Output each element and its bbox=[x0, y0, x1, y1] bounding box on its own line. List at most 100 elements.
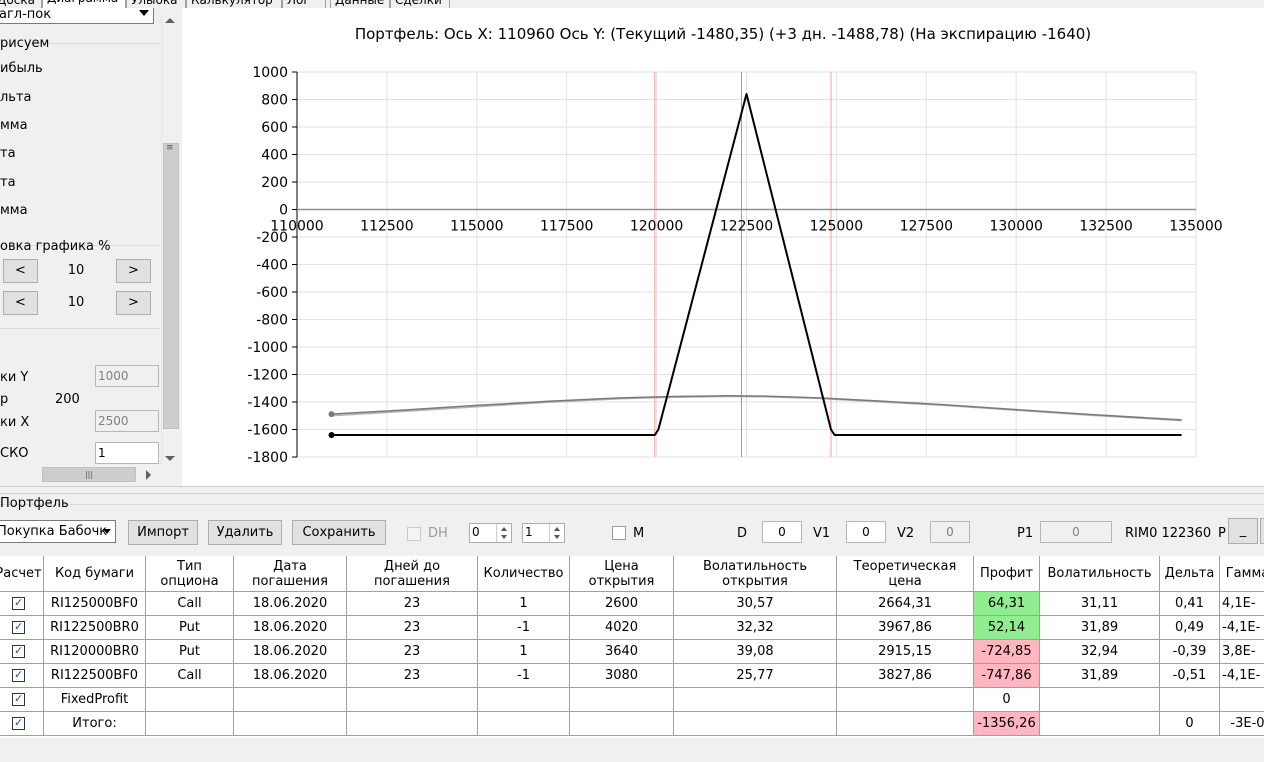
delete-button[interactable]: Удалить bbox=[208, 520, 282, 545]
scroll-up-icon[interactable] bbox=[165, 18, 175, 23]
scroll-down-icon[interactable] bbox=[165, 456, 175, 461]
table-row[interactable]: RI122500BR0Put18.06.202023-1402032,32396… bbox=[0, 616, 1264, 640]
check-icon[interactable] bbox=[12, 643, 25, 658]
check-icon[interactable] bbox=[12, 595, 25, 610]
column-header[interactable]: Дата погашения bbox=[234, 556, 347, 592]
tab-board[interactable]: Доска bbox=[0, 0, 42, 8]
calc-checkbox[interactable] bbox=[0, 616, 44, 640]
left-vertical-scrollbar[interactable]: ≡ bbox=[161, 16, 179, 466]
spin-field-1[interactable]: 0 bbox=[469, 523, 512, 543]
portfolio-table[interactable]: Расчет Код бумаги Тип опциона Дата погашени… bbox=[0, 556, 1264, 738]
spin-up-icon[interactable] bbox=[554, 527, 560, 531]
column-header[interactable]: Расчет bbox=[0, 556, 44, 592]
y-tick-label: 400 bbox=[261, 148, 288, 164]
calc-checkbox[interactable] bbox=[0, 688, 44, 712]
column-header[interactable]: Профит bbox=[974, 556, 1040, 592]
cell-vol-open: 32,32 bbox=[674, 616, 837, 640]
step1-prev-button[interactable]: < bbox=[3, 259, 38, 283]
strategy-combo[interactable]: Покупка Бабочк bbox=[0, 520, 116, 543]
m-checkbox[interactable] bbox=[612, 526, 626, 540]
table-row-fixed-profit[interactable]: FixedProfit 0 bbox=[0, 688, 1264, 712]
tab-diagram[interactable]: Диаграмма bbox=[42, 0, 126, 8]
cell-theo: 3967,86 bbox=[837, 616, 974, 640]
extra-button[interactable] bbox=[1260, 518, 1264, 544]
cell-empty bbox=[146, 712, 234, 736]
scroll-thumb[interactable] bbox=[163, 143, 179, 429]
dh-checkbox[interactable] bbox=[407, 527, 421, 541]
step2-prev-button[interactable]: < bbox=[3, 291, 38, 315]
left-horizontal-scrollbar[interactable]: ||| bbox=[0, 466, 161, 484]
cell-empty bbox=[1040, 688, 1160, 712]
table-header[interactable]: Расчет Код бумаги Тип опциона Дата погашени… bbox=[0, 556, 1264, 592]
check-icon[interactable] bbox=[12, 667, 25, 682]
calc-checkbox[interactable] bbox=[0, 664, 44, 688]
draw-item-vomma[interactable]: мма bbox=[0, 203, 28, 218]
cell-type: Put bbox=[146, 616, 234, 640]
calc-checkbox[interactable] bbox=[0, 592, 44, 616]
chart-pane[interactable]: Портфель: Ось X: 110960 Ось Y: (Текущий … bbox=[182, 8, 1264, 486]
column-header[interactable]: Теоретическая цена bbox=[837, 556, 974, 592]
sko-field[interactable]: 1 bbox=[95, 442, 159, 464]
column-header[interactable]: Волатильность bbox=[1040, 556, 1160, 592]
spin-field-2[interactable]: 1 bbox=[522, 523, 565, 543]
y-tick-label: 600 bbox=[261, 120, 288, 136]
draw-item-theta[interactable]: та bbox=[0, 146, 16, 161]
draw-item-delta[interactable]: льта bbox=[0, 90, 32, 105]
table-row[interactable]: RI120000BR0Put18.06.2020231364039,082915… bbox=[0, 640, 1264, 664]
draw-item-vega[interactable]: та bbox=[0, 175, 16, 190]
column-header[interactable]: Количество bbox=[478, 556, 570, 592]
spin-buttons[interactable] bbox=[496, 524, 511, 542]
chevron-down-icon bbox=[139, 10, 149, 16]
save-button[interactable]: Сохранить bbox=[292, 520, 386, 545]
cell-profit: 64,31 bbox=[974, 592, 1040, 616]
payoff-chart[interactable]: 10008006004002000-200-400-600-800-1000-1… bbox=[182, 8, 1264, 486]
import-button[interactable]: Импорт bbox=[128, 520, 198, 545]
v1-field[interactable]: 0 bbox=[846, 521, 886, 543]
step2-next-button[interactable]: > bbox=[116, 291, 151, 315]
calc-checkbox[interactable] bbox=[0, 640, 44, 664]
tab-calculator[interactable]: Калькулятор bbox=[186, 0, 282, 8]
step1-next-button[interactable]: > bbox=[116, 259, 151, 283]
spin-up-icon[interactable] bbox=[501, 527, 507, 531]
scroll-right-icon[interactable] bbox=[146, 470, 151, 480]
table-row-total[interactable]: Итого: -1356,26 0-3E-0 bbox=[0, 712, 1264, 736]
v2-field[interactable]: 0 bbox=[930, 521, 970, 543]
minimize-button[interactable]: _ bbox=[1228, 518, 1258, 544]
spin-down-icon[interactable] bbox=[501, 535, 507, 539]
column-header[interactable]: Дней до погашения bbox=[347, 556, 478, 592]
spin-buttons[interactable] bbox=[549, 524, 564, 542]
cell-empty bbox=[1040, 712, 1160, 736]
tab-smile[interactable]: Улыбка bbox=[126, 0, 186, 8]
draw-item-profit[interactable]: ибыль bbox=[0, 61, 43, 76]
column-header[interactable]: Тип опциона bbox=[146, 556, 234, 592]
instrument-combo[interactable]: агл-пок bbox=[0, 8, 154, 24]
column-header[interactable]: Код бумаги bbox=[44, 556, 146, 592]
ticks-y-field[interactable]: 1000 bbox=[95, 365, 159, 387]
column-header[interactable]: Гамма bbox=[1220, 556, 1264, 592]
cell-open: 3640 bbox=[570, 640, 674, 664]
check-icon[interactable] bbox=[12, 715, 25, 730]
tab-log[interactable]: Лог bbox=[282, 0, 326, 8]
column-header[interactable]: Цена открытия bbox=[570, 556, 674, 592]
table-row[interactable]: RI122500BF0Call18.06.202023-1308025,7738… bbox=[0, 664, 1264, 688]
tab-deals[interactable]: Сделки bbox=[390, 0, 450, 8]
spin-down-icon[interactable] bbox=[554, 535, 560, 539]
y-tick-label: 1000 bbox=[252, 65, 288, 81]
check-icon[interactable] bbox=[12, 619, 25, 634]
table-row[interactable]: RI125000BF0Call18.06.2020231260030,57266… bbox=[0, 592, 1264, 616]
splitter[interactable] bbox=[0, 486, 1264, 494]
column-header[interactable]: Дельта bbox=[1160, 556, 1220, 592]
y-tick-label: -1600 bbox=[247, 423, 288, 439]
column-header[interactable]: Волатильность открытия bbox=[674, 556, 837, 592]
tab-data[interactable]: Данные bbox=[330, 0, 390, 8]
portfolio-group-label: Портфель bbox=[0, 496, 69, 511]
d-field[interactable]: 0 bbox=[762, 521, 802, 543]
hscroll-thumb[interactable]: ||| bbox=[42, 467, 136, 482]
ticks-x-field[interactable]: 2500 bbox=[95, 410, 159, 432]
p1-field[interactable]: 0 bbox=[1040, 521, 1112, 543]
cell-days: 23 bbox=[347, 616, 478, 640]
check-icon[interactable] bbox=[12, 691, 25, 706]
m-label: M bbox=[633, 526, 645, 541]
calc-checkbox[interactable] bbox=[0, 712, 44, 736]
draw-item-gamma[interactable]: мма bbox=[0, 118, 28, 133]
